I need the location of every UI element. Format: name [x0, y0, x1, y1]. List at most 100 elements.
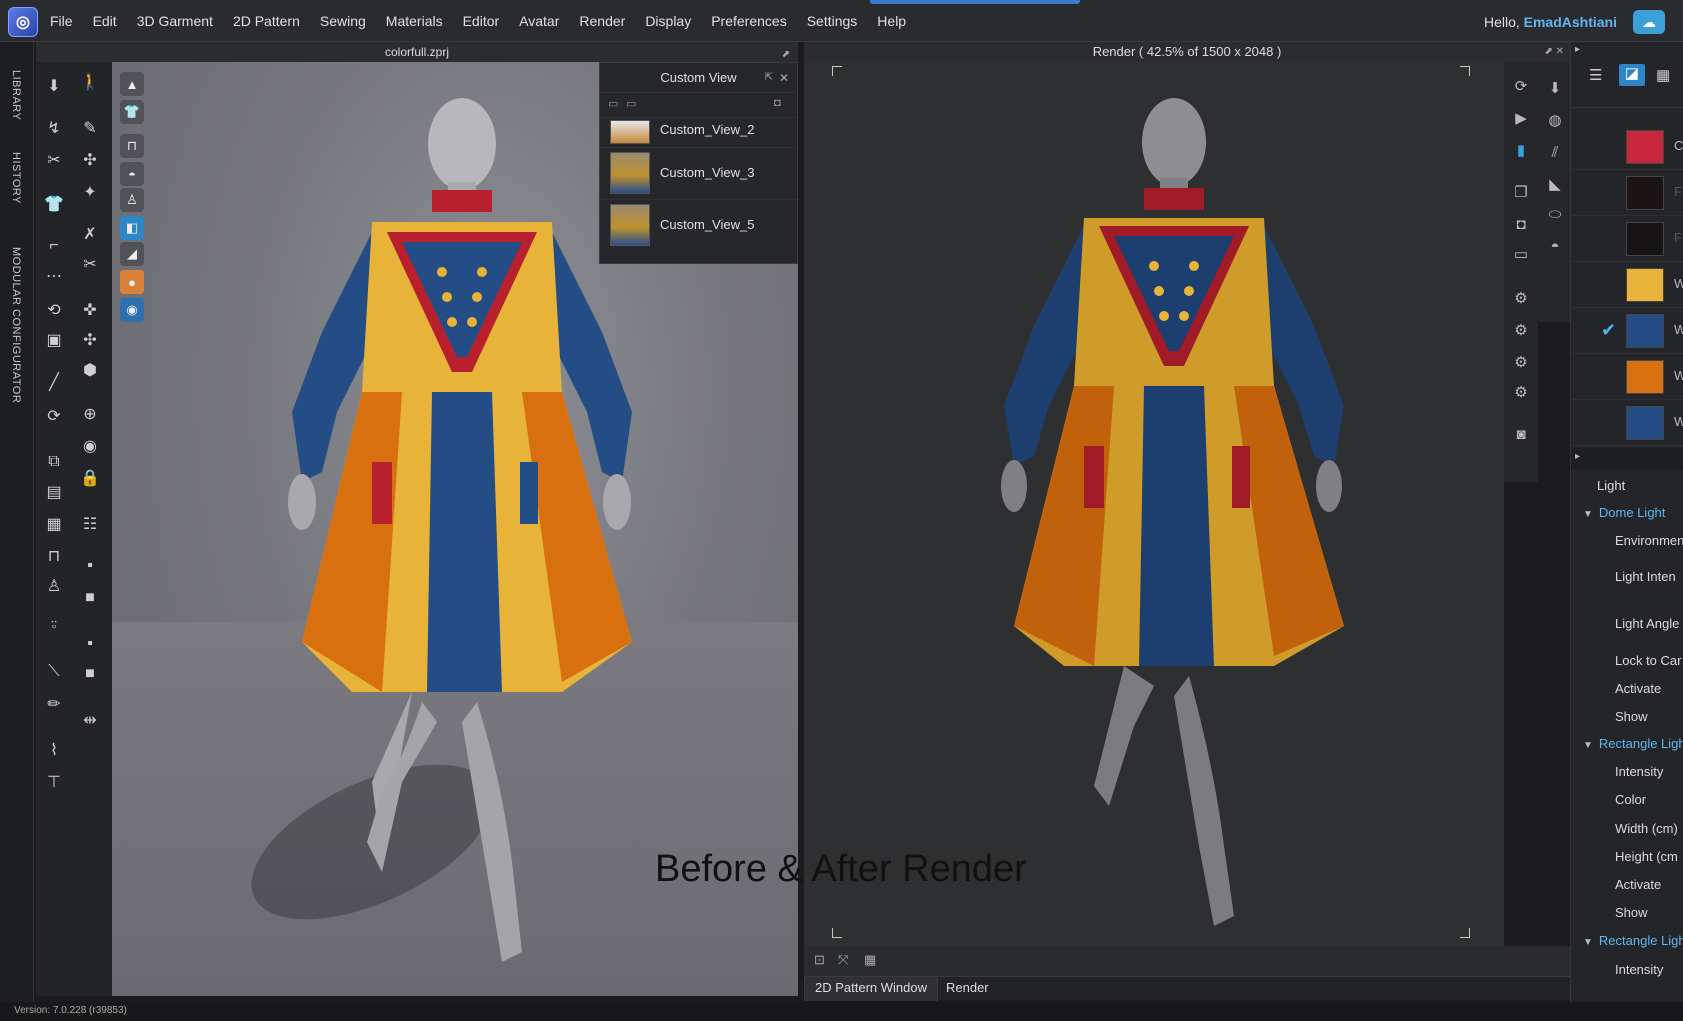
- fold-tool-icon[interactable]: ↯: [42, 116, 66, 140]
- dome-light-icon[interactable]: ◓: [1543, 234, 1567, 258]
- fit-view-icon[interactable]: ⤧: [838, 952, 848, 968]
- shirt-tool-icon[interactable]: ⊓: [42, 544, 66, 568]
- cloud-icon[interactable]: ☁: [1633, 10, 1665, 34]
- environment-display-icon[interactable]: ◉: [120, 298, 144, 322]
- directional-light-icon[interactable]: ⫽: [1543, 140, 1567, 164]
- panel-divider[interactable]: ▸: [1571, 448, 1683, 470]
- material-row[interactable]: W: [1571, 400, 1683, 446]
- pattern-tool-icon[interactable]: ⌐: [42, 234, 66, 258]
- close-icon[interactable]: ✕: [779, 63, 789, 93]
- fold-arrange-tool-icon[interactable]: ⊤: [42, 770, 66, 794]
- material-row[interactable]: ✔ W: [1571, 308, 1683, 354]
- zoom-100-icon[interactable]: ⊡: [814, 952, 825, 968]
- menu-avatar[interactable]: Avatar: [519, 13, 559, 29]
- menu-materials[interactable]: Materials: [386, 13, 443, 29]
- list-item[interactable]: Custom_View_5: [600, 199, 797, 251]
- avatar-measure-tool-icon[interactable]: ☷: [78, 512, 102, 536]
- save-icon[interactable]: ▭: [626, 97, 636, 110]
- fabric-display-icon[interactable]: ◓: [120, 162, 144, 186]
- render-light-settings-icon[interactable]: ⚙: [1509, 350, 1533, 374]
- tab-history[interactable]: HISTORY: [10, 152, 22, 204]
- material-row[interactable]: F: [1571, 216, 1683, 262]
- brush-tool-icon[interactable]: ✦: [78, 180, 102, 204]
- render-clapper-icon[interactable]: ▮: [1509, 138, 1533, 162]
- pin-tool-icon[interactable]: ✎: [78, 116, 102, 140]
- list-view-icon[interactable]: ☰: [1589, 66, 1602, 84]
- render-image-icon[interactable]: ▭: [1509, 242, 1533, 266]
- render-viewport[interactable]: [804, 62, 1504, 952]
- edit-tool-icon[interactable]: ✗: [78, 222, 102, 246]
- zipper-tool-icon[interactable]: ⧉: [42, 450, 66, 474]
- tab-2d-pattern-window[interactable]: 2D Pattern Window: [804, 977, 938, 1001]
- spot-light-icon[interactable]: ◣: [1543, 172, 1567, 196]
- render-settings-icon[interactable]: ⚙: [1509, 286, 1533, 310]
- menu-edit[interactable]: Edit: [93, 13, 117, 29]
- render-layers-icon[interactable]: ❐: [1509, 180, 1533, 204]
- tape-tool-icon[interactable]: ⟍: [42, 660, 66, 684]
- move-tool-icon[interactable]: ⇹: [78, 708, 102, 732]
- segment-tool-icon[interactable]: ⋯: [42, 264, 66, 288]
- measure-tool-icon[interactable]: ⟳: [42, 404, 66, 428]
- tab-library[interactable]: LIBRARY: [10, 70, 22, 120]
- select-mesh-tool-icon[interactable]: ✂: [42, 148, 66, 172]
- render-refresh-icon[interactable]: ⟳: [1509, 74, 1533, 98]
- avatar-3d-figure[interactable]: [262, 82, 632, 982]
- fill-tool-icon[interactable]: ■: [78, 586, 102, 610]
- camera-icon[interactable]: ◘: [774, 97, 781, 109]
- cylinder-light-icon[interactable]: ⬭: [1543, 202, 1567, 226]
- fitting-tool-icon[interactable]: ▤: [42, 480, 66, 504]
- menu-settings[interactable]: Settings: [807, 13, 858, 29]
- avatar-tool-icon[interactable]: ♙: [42, 574, 66, 598]
- rectangle-light-section[interactable]: ▼ Rectangle Ligh: [1583, 933, 1683, 948]
- silhouette-display-icon[interactable]: ◢: [120, 242, 144, 266]
- menu-3d-garment[interactable]: 3D Garment: [137, 13, 213, 29]
- grid-view-icon[interactable]: ▦: [864, 952, 876, 968]
- menu-2d-pattern[interactable]: 2D Pattern: [233, 13, 300, 29]
- render-window-controls[interactable]: ⬈ ✕: [1544, 42, 1564, 62]
- user-greeting[interactable]: Hello, EmadAshtiani: [1484, 14, 1617, 30]
- material-row[interactable]: W: [1571, 354, 1683, 400]
- username[interactable]: EmadAshtiani: [1524, 14, 1617, 30]
- texture-tool-icon[interactable]: ▣: [42, 328, 66, 352]
- garment-display-icon[interactable]: ⊓: [120, 134, 144, 158]
- render-camera-settings-icon[interactable]: ⚙: [1509, 318, 1533, 342]
- pin-icon[interactable]: ⇱: [765, 63, 773, 93]
- seam-tool-icon[interactable]: ⟲: [42, 298, 66, 322]
- material-row[interactable]: F: [1571, 170, 1683, 216]
- walk-pose-tool-icon[interactable]: 🚶: [78, 70, 102, 94]
- arrangement-tool-icon[interactable]: ⍤: [42, 614, 66, 638]
- render-snapshot-icon[interactable]: ◙: [1509, 422, 1533, 446]
- material-row[interactable]: W: [1571, 262, 1683, 308]
- menu-help[interactable]: Help: [877, 13, 906, 29]
- button-tool-icon[interactable]: ⊕: [78, 402, 102, 426]
- globe-icon[interactable]: ◍: [1543, 108, 1567, 132]
- menu-file[interactable]: File: [50, 13, 73, 29]
- tab-render[interactable]: Render: [936, 977, 999, 1001]
- skin-display-icon[interactable]: ●: [120, 270, 144, 294]
- square-tool-icon[interactable]: ▪: [78, 632, 102, 656]
- menu-sewing[interactable]: Sewing: [320, 13, 366, 29]
- render-video-settings-icon[interactable]: ⚙: [1509, 380, 1533, 404]
- tab-modular-configurator[interactable]: MODULAR CONFIGURATOR: [10, 247, 22, 403]
- pencil-tool-icon[interactable]: ✏: [42, 692, 66, 716]
- clo-logo-icon[interactable]: ◎: [8, 7, 38, 37]
- menu-render[interactable]: Render: [579, 13, 625, 29]
- trim-tool-icon[interactable]: ✂: [78, 252, 102, 276]
- menu-preferences[interactable]: Preferences: [711, 13, 786, 29]
- dome-light-section[interactable]: ▼ Dome Light: [1583, 505, 1665, 520]
- arrow-down-tool-icon[interactable]: ⬇: [42, 74, 66, 98]
- stitch-tool-icon[interactable]: ✜: [78, 298, 102, 322]
- pattern-fill-tool-icon[interactable]: ⬢: [78, 358, 102, 382]
- transform-tool-icon[interactable]: ✣: [78, 148, 102, 172]
- gear-tool-icon[interactable]: ✣: [78, 328, 102, 352]
- render-play-icon[interactable]: ▶: [1509, 106, 1533, 130]
- menu-display[interactable]: Display: [645, 13, 691, 29]
- button-select-tool-icon[interactable]: ◉: [78, 434, 102, 458]
- grid-view-icon[interactable]: ▦: [1656, 66, 1670, 84]
- object-browser-icon[interactable]: ◪: [1619, 64, 1645, 86]
- menu-editor[interactable]: Editor: [463, 13, 500, 29]
- line-tool-icon[interactable]: ╱: [42, 370, 66, 394]
- pleat-tool-icon[interactable]: ⌇: [42, 738, 66, 762]
- avatar-toggle-icon[interactable]: ♙: [120, 188, 144, 212]
- download-icon[interactable]: ⬇: [1543, 76, 1567, 100]
